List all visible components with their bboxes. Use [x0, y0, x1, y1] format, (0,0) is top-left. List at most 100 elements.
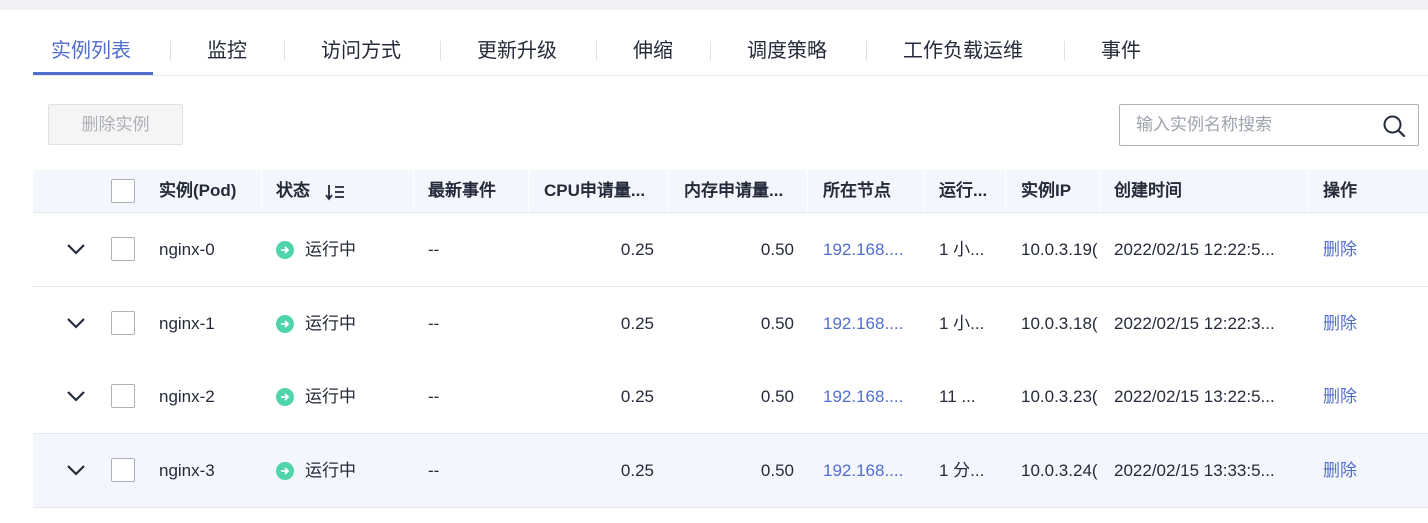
chevron-down-icon[interactable] [66, 239, 86, 259]
pod-runtime: 1 分... [939, 461, 985, 480]
pod-runtime: 11 ... [939, 387, 976, 406]
header-latest-event[interactable]: 最新事件 [428, 170, 496, 212]
chevron-down-icon[interactable] [66, 460, 86, 480]
pod-memory-request: 0.50 [760, 387, 794, 406]
tab-divider [866, 41, 867, 61]
running-status-icon [276, 388, 294, 406]
pod-ip: 10.0.3.18( [1021, 314, 1098, 333]
table-row: nginx-0 运行中 -- 0.25 0.50 192.168.... 1 小… [33, 213, 1428, 287]
row-checkbox[interactable] [111, 384, 135, 408]
header-divider [413, 170, 414, 212]
tab-divider [440, 41, 441, 61]
pod-latest-event: -- [428, 314, 440, 333]
tab-divider [596, 41, 597, 61]
delete-pod-link[interactable]: 删除 [1323, 434, 1383, 507]
pod-status: 运行中 [305, 240, 356, 259]
tab-upgrade[interactable]: 更新升级 [477, 10, 557, 74]
delete-pod-link[interactable]: 删除 [1323, 287, 1383, 360]
search-icon[interactable] [1382, 114, 1406, 138]
pod-created-time: 2022/02/15 13:22:5... [1114, 387, 1275, 406]
pod-memory-request: 0.50 [760, 314, 794, 333]
pod-node-link[interactable]: 192.168.... [823, 434, 918, 507]
table-row: nginx-3 运行中 -- 0.25 0.50 192.168.... 1 分… [33, 434, 1428, 508]
running-status-icon [276, 462, 294, 480]
pod-ip: 10.0.3.24( [1021, 461, 1098, 480]
header-runtime[interactable]: 运行... [939, 170, 987, 212]
header-cpu-request[interactable]: CPU申请量... [544, 170, 645, 212]
pod-cpu-request: 0.25 [620, 240, 654, 259]
pod-status: 运行中 [305, 461, 356, 480]
pod-created-time: 2022/02/15 12:22:5... [1114, 240, 1275, 259]
header-divider [1005, 170, 1006, 212]
tab-access-mode[interactable]: 访问方式 [321, 10, 401, 74]
chevron-down-icon[interactable] [66, 313, 86, 333]
row-checkbox[interactable] [111, 237, 135, 261]
header-created-time[interactable]: 创建时间 [1114, 170, 1182, 212]
running-status-icon [276, 241, 294, 259]
header-divider [528, 170, 529, 212]
pod-status: 运行中 [305, 387, 356, 406]
delete-pod-link[interactable]: 删除 [1323, 360, 1383, 433]
table-header: 实例(Pod) 状态 最新事件 CPU申请量... 内存申请量... 所在节点 … [33, 170, 1428, 213]
pod-runtime: 1 小... [939, 314, 985, 333]
delete-pod-link[interactable]: 删除 [1323, 213, 1383, 286]
pod-latest-event: -- [428, 461, 440, 480]
pod-search-input[interactable] [1136, 105, 1366, 145]
delete-pods-button[interactable]: 删除实例 [48, 104, 183, 145]
active-tab-underline [33, 72, 153, 75]
header-status[interactable]: 状态 [276, 170, 310, 212]
tab-monitoring[interactable]: 监控 [207, 10, 247, 74]
pod-runtime: 1 小... [939, 240, 985, 259]
header-memory-request[interactable]: 内存申请量... [684, 170, 783, 212]
header-actions: 操作 [1323, 181, 1357, 200]
header-divider [923, 170, 924, 212]
pod-node-link[interactable]: 192.168.... [823, 213, 918, 286]
pod-created-time: 2022/02/15 13:33:5... [1114, 461, 1275, 480]
pod-memory-request: 0.50 [760, 461, 794, 480]
workload-detail-panel: 实例列表 监控 访问方式 更新升级 伸缩 调度策略 工作负载运维 事件 删除实例… [0, 10, 1428, 523]
tab-divider [170, 41, 171, 61]
sort-icon[interactable] [325, 183, 345, 201]
table-row: nginx-2 运行中 -- 0.25 0.50 192.168.... 11 … [33, 360, 1428, 434]
tab-events[interactable]: 事件 [1101, 10, 1141, 74]
pod-node-link[interactable]: 192.168.... [823, 360, 918, 433]
tab-scaling[interactable]: 伸缩 [633, 10, 673, 74]
tab-pod-list[interactable]: 实例列表 [51, 10, 131, 74]
header-node[interactable]: 所在节点 [823, 170, 891, 212]
header-pod[interactable]: 实例(Pod) [159, 170, 236, 212]
tab-scheduling-policy[interactable]: 调度策略 [747, 10, 827, 74]
pod-name: nginx-3 [159, 461, 215, 480]
tab-bar: 实例列表 监控 访问方式 更新升级 伸缩 调度策略 工作负载运维 事件 [33, 10, 1428, 76]
chevron-down-icon[interactable] [66, 386, 86, 406]
running-status-icon [276, 315, 294, 333]
pod-cpu-request: 0.25 [620, 314, 654, 333]
row-checkbox[interactable] [111, 311, 135, 335]
pod-ip: 10.0.3.23( [1021, 387, 1098, 406]
pod-memory-request: 0.50 [760, 240, 794, 259]
pod-name: nginx-1 [159, 314, 215, 333]
header-divider [1307, 170, 1308, 212]
pod-cpu-request: 0.25 [620, 461, 654, 480]
tab-divider [1064, 41, 1065, 61]
pod-status: 运行中 [305, 314, 356, 333]
pod-search-box [1119, 104, 1419, 146]
tab-divider [284, 41, 285, 61]
tab-divider [710, 41, 711, 61]
select-all-checkbox[interactable] [111, 179, 135, 203]
pod-cpu-request: 0.25 [620, 387, 654, 406]
pod-ip: 10.0.3.19( [1021, 240, 1098, 259]
pod-name: nginx-0 [159, 240, 215, 259]
table-row: nginx-1 运行中 -- 0.25 0.50 192.168.... 1 小… [33, 287, 1428, 361]
pod-latest-event: -- [428, 240, 440, 259]
pod-name: nginx-2 [159, 387, 215, 406]
header-divider [261, 170, 262, 212]
header-divider [807, 170, 808, 212]
header-pod-ip[interactable]: 实例IP [1021, 170, 1071, 212]
pod-node-link[interactable]: 192.168.... [823, 287, 918, 360]
header-divider [668, 170, 669, 212]
pod-latest-event: -- [428, 387, 440, 406]
header-divider [1099, 170, 1100, 212]
row-checkbox[interactable] [111, 458, 135, 482]
tab-workload-ops[interactable]: 工作负载运维 [903, 10, 1023, 74]
pod-created-time: 2022/02/15 12:22:3... [1114, 314, 1275, 333]
